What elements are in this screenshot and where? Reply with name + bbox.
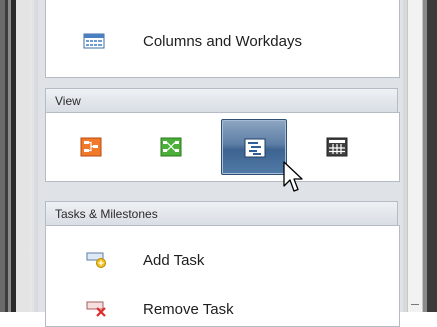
remove-task-label: Remove Task [143, 300, 234, 318]
tasks-section-header: Tasks & Milestones [45, 201, 398, 226]
panel-edge [30, 0, 38, 312]
window-frame-left [0, 0, 16, 312]
view-gantt-button[interactable] [221, 119, 287, 175]
mouse-cursor-icon [283, 161, 305, 200]
view-section [45, 112, 400, 182]
window-frame-gap [16, 0, 30, 312]
view-table-button[interactable] [304, 119, 370, 175]
view-section-title: View [55, 94, 81, 108]
add-task-label: Add Task [143, 251, 205, 269]
view-hierarchy-button[interactable] [58, 119, 124, 175]
columns-section: Columns and Workdays [45, 0, 400, 78]
add-task-icon [86, 250, 108, 270]
scrollbar-grip[interactable] [411, 304, 419, 305]
view-network-button[interactable] [138, 119, 204, 175]
window-frame-right [423, 0, 437, 312]
remove-task-icon [86, 299, 108, 319]
columns-grid-icon [83, 31, 105, 51]
scrollbar-track[interactable] [407, 0, 423, 312]
vertical-scrollbar[interactable] [403, 0, 437, 312]
tasks-section-title: Tasks & Milestones [55, 207, 158, 221]
columns-and-workdays-label: Columns and Workdays [143, 32, 302, 50]
view-section-header: View [45, 88, 398, 113]
